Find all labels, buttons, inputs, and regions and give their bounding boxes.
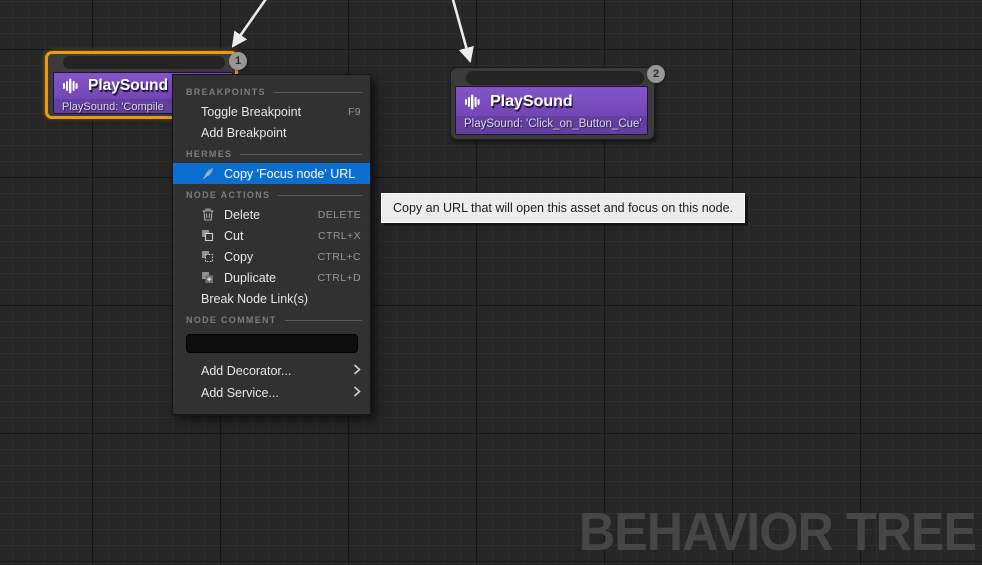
menu-item-shortcut: CTRL+X (318, 229, 361, 242)
menu-item-cut[interactable]: Cut CTRL+X (173, 225, 370, 246)
menu-item-shortcut: DELETE (317, 208, 361, 221)
execution-order-badge: 1 (229, 52, 247, 70)
cut-icon (200, 229, 215, 242)
audio-wave-icon (63, 78, 78, 94)
duplicate-icon (200, 271, 215, 284)
section-header-node-actions: NODE ACTIONS (173, 184, 370, 204)
copy-icon (200, 250, 215, 263)
menu-item-copy-focus-node-url[interactable]: Copy 'Focus node' URL (173, 163, 370, 184)
tooltip-text: Copy an URL that will open this asset an… (393, 201, 734, 215)
menu-item-label: Toggle Breakpoint (201, 104, 302, 119)
menu-item-label: Copy 'Focus node' URL (224, 166, 356, 181)
chevron-right-icon (353, 364, 361, 378)
menu-item-shortcut: CTRL+C (317, 250, 361, 263)
section-header-label: HERMES (186, 149, 233, 159)
section-divider (273, 91, 362, 93)
execution-order-badge: 2 (647, 65, 665, 83)
section-divider (240, 153, 362, 155)
section-divider (278, 194, 362, 196)
menu-item-add-breakpoint[interactable]: Add Breakpoint (173, 122, 370, 143)
graph-canvas[interactable]: PlaySound PlaySound: 'Compile 1 PlaySoun… (0, 0, 982, 565)
node-pin-bar[interactable] (466, 71, 644, 85)
section-header-label: NODE COMMENT (186, 315, 277, 325)
menu-item-label: Break Node Link(s) (201, 291, 308, 306)
section-header-label: BREAKPOINTS (186, 87, 266, 97)
menu-item-break-node-links[interactable]: Break Node Link(s) (173, 288, 370, 309)
node-pin-bar[interactable] (63, 56, 225, 69)
menu-item-toggle-breakpoint[interactable]: Toggle Breakpoint F9 (173, 101, 370, 122)
menu-item-label: Delete (224, 207, 261, 222)
menu-item-delete[interactable]: Delete DELETE (173, 204, 370, 225)
section-header-label: NODE ACTIONS (186, 190, 271, 200)
menu-item-add-decorator[interactable]: Add Decorator... (173, 360, 370, 382)
node-title: PlaySound (490, 92, 573, 110)
edge-to-node-2 (451, 0, 474, 64)
menu-item-duplicate[interactable]: Duplicate CTRL+D (173, 267, 370, 288)
section-divider (284, 319, 362, 321)
menu-item-label: Cut (224, 228, 244, 243)
menu-item-label: Duplicate (224, 270, 277, 285)
trash-icon (200, 208, 215, 221)
section-header-breakpoints: BREAKPOINTS (173, 81, 370, 101)
node-title: PlaySound (88, 77, 169, 94)
menu-item-label: Add Service... (201, 386, 279, 400)
tooltip: Copy an URL that will open this asset an… (381, 193, 746, 223)
node-comment-input[interactable] (186, 334, 358, 353)
feather-icon (200, 167, 215, 180)
menu-item-add-service[interactable]: Add Service... (173, 382, 370, 404)
playsound-node-2[interactable]: PlaySound PlaySound: 'Click_on_Button_Cu… (450, 65, 665, 140)
section-header-hermes: HERMES (173, 143, 370, 163)
node-context-menu: BREAKPOINTS Toggle Breakpoint F9 Add Bre… (172, 74, 371, 415)
menu-item-copy[interactable]: Copy CTRL+C (173, 246, 370, 267)
node-subtitle: PlaySound: 'Click_on_Button_Cue' (456, 116, 647, 134)
menu-item-label: Add Breakpoint (201, 125, 287, 140)
menu-item-label: Copy (224, 249, 254, 264)
chevron-right-icon (353, 386, 361, 400)
graph-type-watermark: BEHAVIOR TREE (578, 502, 977, 562)
section-header-node-comment: NODE COMMENT (173, 309, 370, 329)
menu-item-shortcut: F9 (347, 105, 361, 118)
menu-item-label: Add Decorator... (201, 364, 292, 378)
edge-to-node-1 (231, 0, 267, 48)
menu-item-shortcut: CTRL+D (317, 271, 361, 284)
audio-wave-icon (465, 94, 480, 109)
